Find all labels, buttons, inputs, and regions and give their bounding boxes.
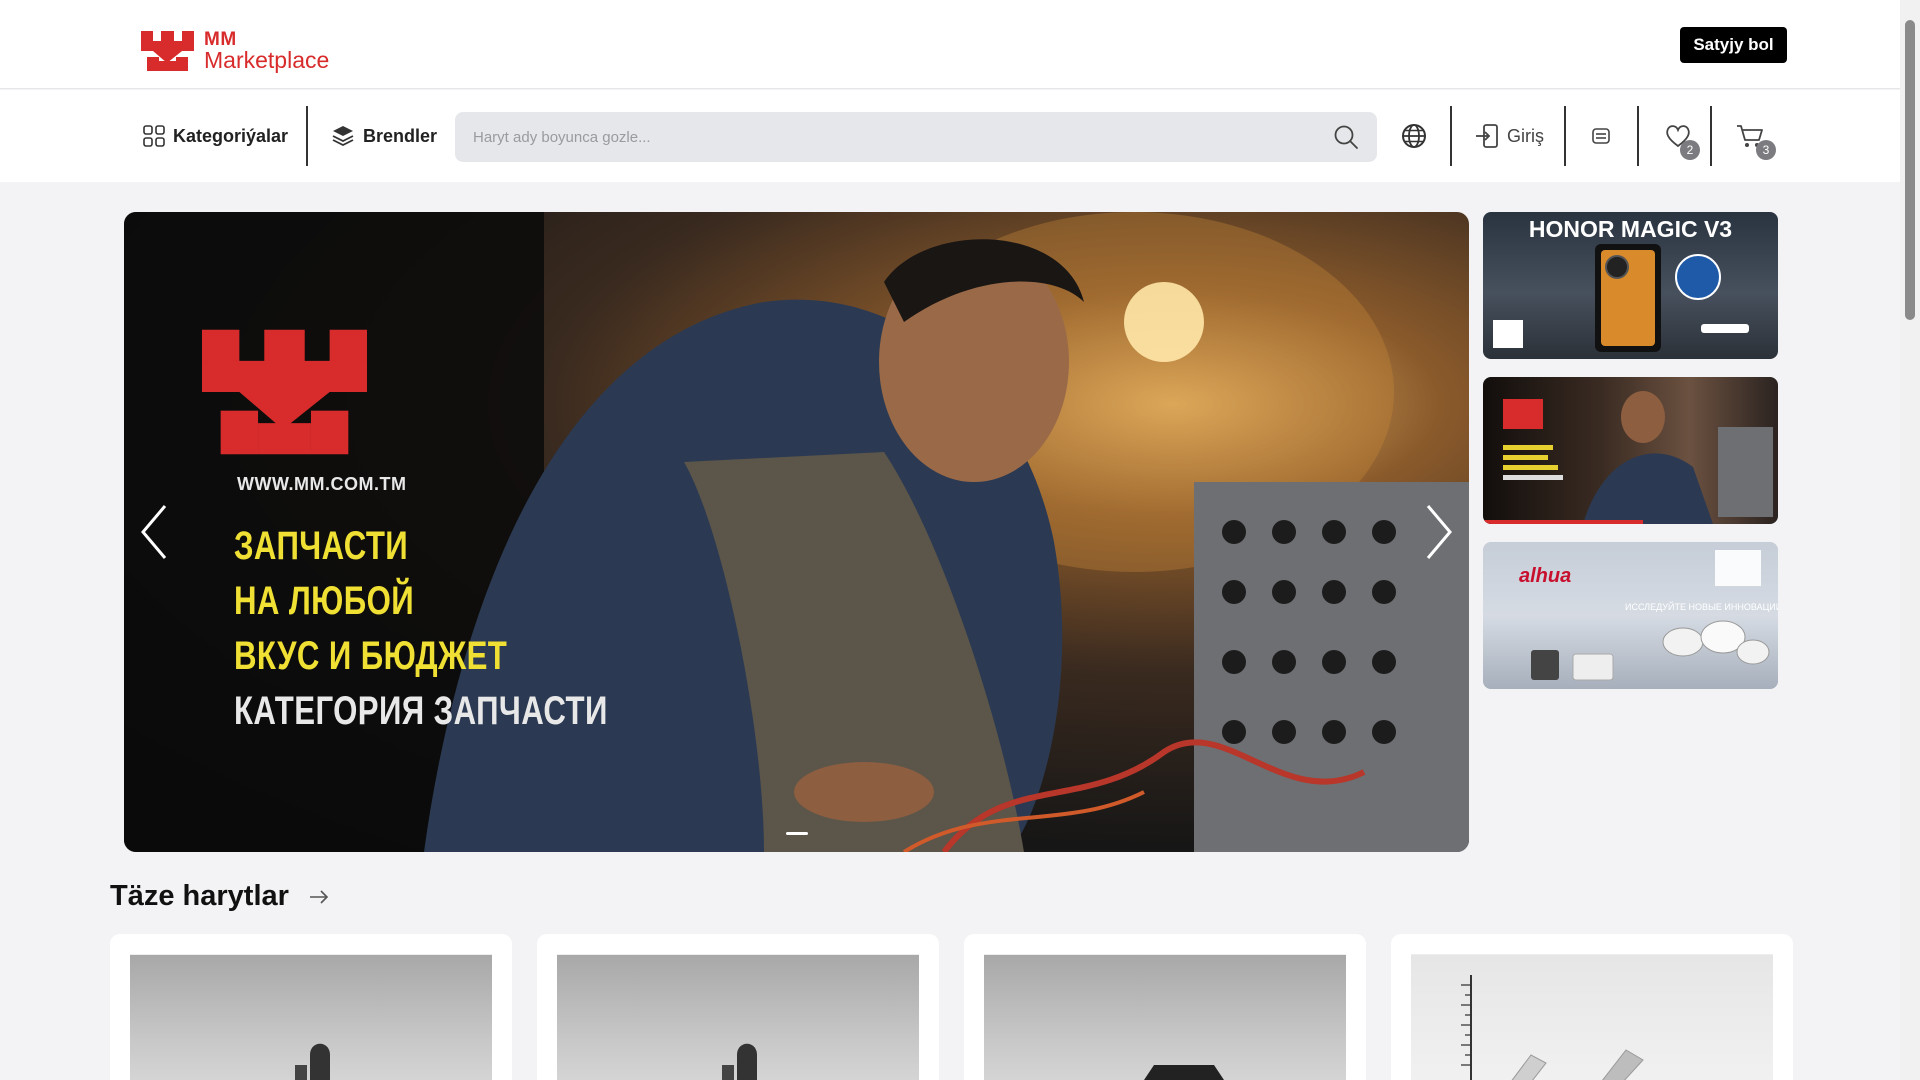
hero-mm-logo-icon	[202, 329, 367, 455]
product-image[interactable]	[1411, 954, 1773, 1080]
product-photo	[1144, 1065, 1224, 1080]
categories-button[interactable]: Kategoriýalar	[143, 90, 288, 182]
scrollbar-thumb[interactable]	[1905, 20, 1915, 320]
search-icon[interactable]	[1333, 124, 1359, 150]
product-card[interactable]	[537, 934, 939, 1080]
mm-logo-icon	[141, 31, 194, 71]
compare-icon	[1592, 128, 1610, 144]
search-bar	[455, 112, 1377, 162]
search-input[interactable]	[473, 128, 1333, 146]
cart-count-badge: 3	[1756, 140, 1776, 160]
wishlist-count-badge: 2	[1680, 140, 1700, 160]
side-banner-dahua[interactable]: alhua ИССЛЕДУЙТЕ НОВЫЕ ИННОВАЦИИ С DAHUA	[1483, 542, 1778, 689]
login-icon	[1476, 124, 1498, 148]
chevron-left-icon	[141, 505, 167, 559]
side-banner-spare-parts[interactable]	[1483, 377, 1778, 524]
banner-progress-bar	[1483, 520, 1643, 524]
product-card[interactable]	[110, 934, 512, 1080]
hero-url: WWW.MM.COM.TM	[237, 474, 407, 494]
cart-button[interactable]: 3	[1732, 90, 1776, 182]
login-label: Giriş	[1507, 125, 1544, 146]
brands-button[interactable]: Brendler	[331, 90, 437, 182]
language-button[interactable]	[1399, 90, 1429, 182]
logo-text-marketplace: Marketplace	[204, 47, 330, 73]
hero-line-1: ЗАПЧАСТИ	[234, 524, 409, 568]
dahua-banner-art: alhua ИССЛЕДУЙТЕ НОВЫЕ ИННОВАЦИИ С DAHUA	[1483, 542, 1778, 689]
nav-bar: Kategoriýalar Brendler Gir	[0, 90, 1900, 182]
product-photo	[295, 1043, 330, 1080]
product-image[interactable]	[557, 954, 919, 1080]
top-bar: MM Marketplace Satyjy bol	[0, 0, 1900, 89]
nav-divider	[1450, 106, 1452, 166]
honor-banner-art	[1493, 244, 1749, 352]
site-logo[interactable]: MM Marketplace	[141, 30, 329, 72]
product-photo	[1461, 975, 1644, 1080]
nav-divider	[1637, 106, 1639, 166]
become-seller-button[interactable]: Satyjy bol	[1680, 27, 1787, 63]
side-banner-honor[interactable]: HONOR MAGIC V3	[1483, 212, 1778, 359]
product-card[interactable]	[964, 934, 1366, 1080]
new-products-heading[interactable]: Täze harytlar	[110, 880, 329, 913]
brands-label: Brendler	[363, 125, 438, 146]
section-title: Täze harytlar	[110, 880, 289, 912]
chevron-right-icon	[1426, 505, 1452, 559]
spare-parts-banner-art	[1503, 391, 1773, 524]
product-card[interactable]	[1391, 934, 1793, 1080]
layers-icon	[332, 126, 354, 147]
carousel-prev-button[interactable]	[134, 502, 174, 562]
hero-line-2: НА ЛЮБОЙ	[234, 579, 415, 623]
categories-label: Kategoriýalar	[173, 125, 289, 146]
login-button[interactable]: Giriş	[1475, 90, 1544, 182]
product-image[interactable]	[130, 954, 492, 1080]
page-scrollbar[interactable]	[1900, 0, 1920, 1080]
wishlist-button[interactable]: 2	[1660, 90, 1700, 182]
svg-text:ИССЛЕДУЙТЕ НОВЫЕ ИННОВАЦИИ С D: ИССЛЕДУЙТЕ НОВЫЕ ИННОВАЦИИ С DAHUA	[1625, 601, 1778, 612]
carousel-next-button[interactable]	[1419, 502, 1459, 562]
nav-divider	[1710, 106, 1712, 166]
grid-icon	[143, 125, 165, 147]
arrow-right-icon	[309, 889, 329, 904]
nav-divider	[306, 106, 308, 166]
hero-banner[interactable]: WWW.MM.COM.TM ЗАПЧАСТИ НА ЛЮБОЙ ВКУС И Б…	[124, 212, 1469, 852]
product-image[interactable]	[984, 954, 1346, 1080]
product-photo	[722, 1043, 757, 1080]
globe-icon	[1402, 124, 1426, 148]
compare-button[interactable]	[1586, 90, 1616, 182]
svg-text:alhua: alhua	[1519, 565, 1571, 587]
nav-divider	[1564, 106, 1566, 166]
carousel-indicator[interactable]	[786, 832, 808, 835]
hero-line-3: ВКУС И БЮДЖЕТ	[234, 634, 508, 678]
hero-line-4: КАТЕГОРИЯ ЗАПЧАСТИ	[234, 689, 608, 733]
